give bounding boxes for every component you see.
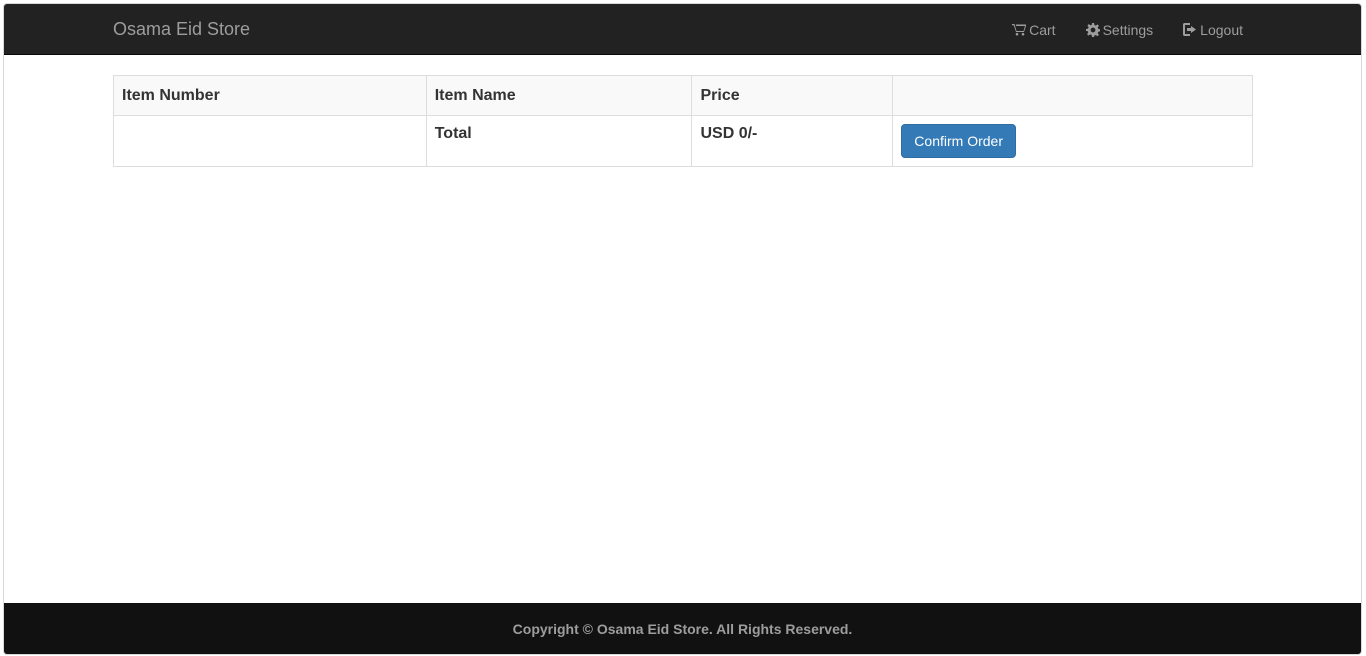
header-actions [892, 75, 1253, 116]
cart-table: Item Number Item Name Price Total USD 0/… [113, 75, 1253, 167]
nav-label-logout: Logout [1200, 21, 1243, 38]
total-price: USD 0/- [691, 115, 894, 167]
total-row: Total USD 0/- Confirm Order [113, 115, 1253, 167]
confirm-order-button[interactable]: Confirm Order [901, 124, 1016, 158]
nav-menu: Cart Settings Logout [982, 4, 1243, 55]
nav-item-cart[interactable]: Cart [1012, 21, 1056, 38]
header-price: Price [691, 75, 894, 116]
total-item-number-cell [113, 115, 427, 167]
table-header-row: Item Number Item Name Price [113, 75, 1253, 116]
brand-link[interactable]: Osama Eid Store [113, 19, 250, 39]
copyright-text: Copyright © Osama Eid Store. All Rights … [512, 620, 853, 637]
logout-icon [1183, 23, 1197, 37]
header-item-number: Item Number [113, 75, 427, 116]
nav-label-settings: Settings [1102, 21, 1154, 38]
main-content: Item Number Item Name Price Total USD 0/… [113, 75, 1253, 167]
total-label: Total [425, 115, 693, 167]
nav-label-cart: Cart [1029, 21, 1056, 38]
gear-icon [1085, 22, 1100, 37]
header-item-name: Item Name [425, 75, 693, 116]
cart-icon [1012, 23, 1027, 37]
browser-page: Osama Eid Store Cart Settings Logout Ite… [3, 3, 1362, 655]
footer: Copyright © Osama Eid Store. All Rights … [4, 603, 1361, 654]
top-navbar: Osama Eid Store Cart Settings Logout [4, 4, 1361, 55]
nav-item-logout[interactable]: Logout [1183, 22, 1243, 38]
nav-item-settings[interactable]: Settings [1085, 21, 1154, 38]
actions-cell: Confirm Order [892, 115, 1253, 167]
